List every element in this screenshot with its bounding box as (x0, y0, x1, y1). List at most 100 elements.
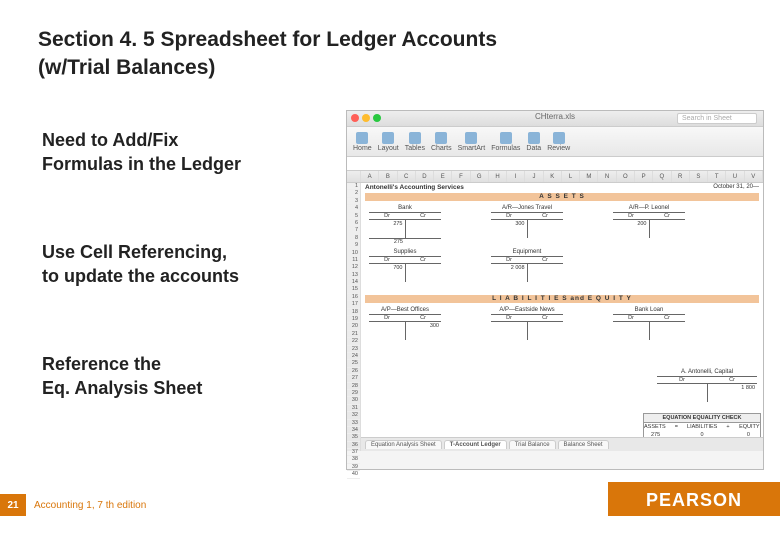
column-header: K (544, 171, 562, 182)
t-account-name: Bank (369, 205, 441, 213)
sheet-tabs: Equation Analysis SheetT-Account LedgerT… (361, 437, 763, 451)
t-account-balance: 275 (369, 238, 441, 245)
brand-box: PEARSON (608, 484, 780, 516)
t-account-body: 275 (369, 220, 441, 238)
ribbon-label: Home (353, 145, 372, 152)
column-header: J (525, 171, 543, 182)
column-header: V (745, 171, 763, 182)
column-header: L (562, 171, 580, 182)
bullet-1-line-b: Formulas in the Ledger (42, 154, 241, 174)
row-header: 30 (347, 397, 360, 404)
t-account-name: A/R—P. Leonel (613, 205, 685, 213)
row-header: 19 (347, 316, 360, 323)
corner-cell (347, 171, 361, 182)
column-header: O (617, 171, 635, 182)
ribbon-label: SmartArt (458, 145, 486, 152)
t-account: A/P—Eastside NewsDrCr (491, 307, 563, 340)
page-number: 21 (0, 494, 26, 516)
row-header: 38 (347, 456, 360, 463)
ribbon-icon (356, 132, 368, 144)
window-titlebar: CHterra.xls Search in Sheet (347, 111, 763, 127)
row-header: 39 (347, 464, 360, 471)
column-header: M (580, 171, 598, 182)
column-header: T (708, 171, 726, 182)
t-account-header: DrCr (491, 257, 563, 264)
ribbon-label: Formulas (491, 145, 520, 152)
t-account-capital: A. Antonelli, Capital DrCr 1 800 (657, 369, 757, 402)
row-header: 10 (347, 250, 360, 257)
row-header: 28 (347, 383, 360, 390)
column-header: U (726, 171, 744, 182)
column-header: E (434, 171, 452, 182)
t-account-name: A. Antonelli, Capital (657, 369, 757, 377)
zoom-icon (373, 114, 381, 122)
minimize-icon (362, 114, 370, 122)
row-header: 36 (347, 442, 360, 449)
t-account-header: DrCr (613, 315, 685, 322)
footer-text: Accounting 1, 7 th edition (34, 500, 146, 511)
ribbon-tab: Tables (405, 132, 425, 152)
ribbon-icon (409, 132, 421, 144)
ribbon-tab: Formulas (491, 132, 520, 152)
ribbon-icon (435, 132, 447, 144)
t-account: A/R—Jones TravelDrCr300 (491, 205, 563, 238)
row-header: 5 (347, 213, 360, 220)
ribbon-icon (465, 132, 477, 144)
row-header: 11 (347, 257, 360, 264)
row-header: 4 (347, 205, 360, 212)
column-header: F (452, 171, 470, 182)
ribbon-icon (528, 132, 540, 144)
row-header: 1 (347, 183, 360, 190)
column-header: Q (653, 171, 671, 182)
row-header: 27 (347, 375, 360, 382)
spreadsheet-screenshot: CHterra.xls Search in Sheet Home Layout Ta… (346, 110, 764, 470)
row-header: 21 (347, 331, 360, 338)
close-icon (351, 114, 359, 122)
column-headers: ABCDEFGHIJKLMNOPQRSTUV (347, 171, 763, 183)
t-account-header: DrCr (657, 377, 757, 384)
ribbon-tab: Home (353, 132, 372, 152)
ribbon-tab: Data (526, 132, 541, 152)
window-controls (351, 114, 381, 122)
row-header: 18 (347, 309, 360, 316)
t-account-header: DrCr (613, 213, 685, 220)
t-account: Bank LoanDrCr (613, 307, 685, 340)
window-filename: CHterra.xls (535, 112, 575, 121)
row-header: 23 (347, 346, 360, 353)
column-header: P (635, 171, 653, 182)
column-header: H (489, 171, 507, 182)
column-header: N (598, 171, 616, 182)
row-header: 3 (347, 198, 360, 205)
row-header: 31 (347, 405, 360, 412)
title-line-1: Section 4. 5 Spreadsheet for Ledger Acco… (38, 28, 497, 51)
column-header: C (398, 171, 416, 182)
row-header: 20 (347, 323, 360, 330)
company-name: Antonelli's Accounting Services (365, 184, 464, 191)
t-account: A/R—P. LeonelDrCr200 (613, 205, 685, 238)
t-account: A/P—Best OfficesDrCr300 (369, 307, 441, 340)
t-account: BankDrCr275275 (369, 205, 441, 245)
ribbon-tab: Layout (378, 132, 399, 152)
t-account-header: DrCr (369, 213, 441, 220)
t-account-body: 700 (369, 264, 441, 282)
row-header: 32 (347, 412, 360, 419)
row-header: 17 (347, 301, 360, 308)
bullet-3: Reference the Eq. Analysis Sheet (42, 352, 332, 401)
row-header: 26 (347, 368, 360, 375)
as-of-date: October 31, 20— (713, 184, 759, 190)
row-header: 9 (347, 242, 360, 249)
row-header: 6 (347, 220, 360, 227)
slide: Section 4. 5 Spreadsheet for Ledger Acco… (0, 0, 780, 540)
section-liabilities-equity: L I A B I L I T I E S and E Q U I T Y (365, 295, 759, 303)
t-account-body: 2 008 (491, 264, 563, 282)
t-account-body (613, 322, 685, 340)
row-header: 25 (347, 360, 360, 367)
row-header: 12 (347, 264, 360, 271)
t-account-body (491, 322, 563, 340)
column-header: I (507, 171, 525, 182)
row-header: 7 (347, 227, 360, 234)
slide-title: Section 4. 5 Spreadsheet for Ledger Acco… (38, 26, 598, 83)
row-header: 24 (347, 353, 360, 360)
t-account-header: DrCr (491, 213, 563, 220)
sheet-tab: Balance Sheet (558, 440, 609, 449)
